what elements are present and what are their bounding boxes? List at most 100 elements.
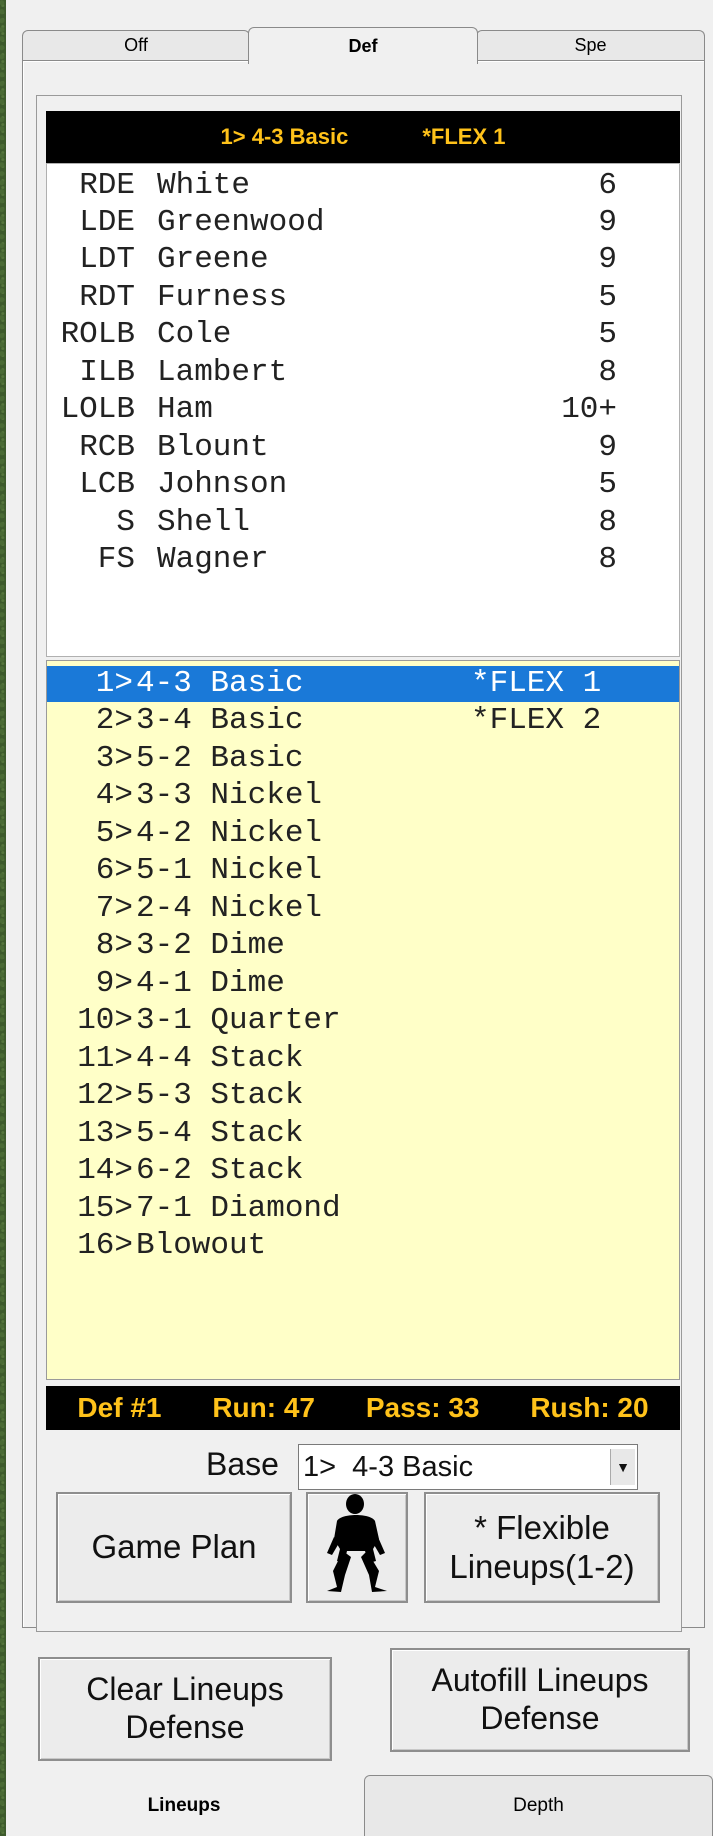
roster-player: White — [157, 168, 251, 203]
formation-name: 5-3 Stack — [136, 1078, 304, 1113]
stat-def: Def #1 — [77, 1392, 162, 1423]
formation-item[interactable]: 5> 4-2 Nickel — [47, 816, 679, 852]
formation-number: 5> — [95, 816, 133, 851]
stat-rush: Rush: 20 — [530, 1392, 649, 1423]
flexible-lineups-button[interactable]: * Flexible Lineups(1-2) — [424, 1492, 660, 1603]
clear-lineups-label: Clear Lineups Defense — [86, 1671, 284, 1745]
roster-row[interactable]: LOLB Ham 10+ — [47, 392, 679, 429]
formation-item[interactable]: 14> 6-2 Stack — [47, 1153, 679, 1189]
roster-player: Greenwood — [157, 205, 325, 240]
roster-rating: 5 — [598, 467, 617, 502]
roster-rating: 9 — [598, 242, 617, 277]
formation-item[interactable]: 16> Blowout — [47, 1228, 679, 1264]
formation-name: 4-2 Nickel — [136, 816, 323, 851]
formation-name: 3-3 Nickel — [136, 778, 323, 813]
formation-item[interactable]: 2> 3-4 Basic *FLEX 2 — [47, 703, 679, 739]
roster-position: LDT — [79, 242, 135, 277]
formation-number: 1> — [95, 666, 133, 701]
base-select-value: 1> 4-3 Basic — [303, 1450, 474, 1483]
roster-player: Greene — [157, 242, 269, 277]
roster-rating: 8 — [598, 355, 617, 390]
formation-item-selected[interactable]: 1> 4-3 Basic *FLEX 1 — [47, 666, 679, 702]
tab-lineups[interactable]: Lineups — [6, 1775, 362, 1836]
formation-item[interactable]: 4> 3-3 Nickel — [47, 778, 679, 814]
formation-item[interactable]: 9> 4-1 Dime — [47, 966, 679, 1002]
formation-name: 6-2 Stack — [136, 1153, 304, 1188]
defensive-player-silhouette-icon — [319, 1491, 395, 1604]
roster-row[interactable]: FS Wagner 8 — [47, 542, 679, 579]
stat-pass: Pass: 33 — [365, 1392, 480, 1423]
formation-number: 8> — [95, 928, 133, 963]
formation-number: 15> — [77, 1191, 133, 1226]
roster-position: LOLB — [60, 392, 135, 427]
formation-number: 4> — [95, 778, 133, 813]
formation-name: 4-1 Dime — [136, 966, 285, 1001]
formation-name: 5-4 Stack — [136, 1116, 304, 1151]
roster-rating: 5 — [598, 317, 617, 352]
formation-number: 7> — [95, 891, 133, 926]
roster-player: Wagner — [157, 542, 269, 577]
base-formation-select[interactable]: 1> 4-3 Basic ▼ — [298, 1444, 638, 1490]
formation-number: 10> — [77, 1003, 133, 1038]
formation-list[interactable]: 1> 4-3 Basic *FLEX 1 2> 3-4 Basic *FLEX 2 3>… — [46, 660, 680, 1380]
formation-name: 3-2 Dime — [136, 928, 285, 963]
formation-item[interactable]: 10> 3-1 Quarter — [47, 1003, 679, 1039]
formation-number: 11> — [77, 1041, 133, 1076]
roster-position: LCB — [79, 467, 135, 502]
roster-row[interactable]: RDT Furness 5 — [47, 280, 679, 317]
roster-position: FS — [97, 542, 135, 577]
roster-row[interactable]: ROLB Cole 5 — [47, 317, 679, 354]
roster-row[interactable]: LDT Greene 9 — [47, 242, 679, 279]
stat-run: Run: 47 — [212, 1392, 315, 1423]
tab-depth[interactable]: Depth — [364, 1775, 713, 1836]
formation-number: 6> — [95, 853, 133, 888]
formation-item[interactable]: 6> 5-1 Nickel — [47, 853, 679, 889]
roster-player: Lambert — [157, 355, 288, 390]
roster-row[interactable]: S Shell 8 — [47, 505, 679, 542]
tab-offense[interactable]: Off — [22, 30, 250, 60]
tab-defense[interactable]: Def — [248, 27, 478, 64]
roster-position: ROLB — [60, 317, 135, 352]
formation-name: 3-1 Quarter — [136, 1003, 341, 1038]
formation-item[interactable]: 8> 3-2 Dime — [47, 928, 679, 964]
formation-item[interactable]: 11> 4-4 Stack — [47, 1041, 679, 1077]
player-formation-button[interactable] — [306, 1492, 408, 1603]
formation-name: 4-3 Basic — [136, 666, 304, 701]
formation-number: 13> — [77, 1116, 133, 1151]
roster-rating: 6 — [598, 168, 617, 203]
formation-item[interactable]: 12> 5-3 Stack — [47, 1078, 679, 1114]
tab-depth-label: Depth — [513, 1795, 564, 1816]
roster-player: Johnson — [157, 467, 288, 502]
roster-row[interactable]: RDE White 6 — [47, 168, 679, 205]
roster-row[interactable]: ILB Lambert 8 — [47, 355, 679, 392]
formation-number: 9> — [95, 966, 133, 1001]
formation-name: 5-2 Basic — [136, 741, 304, 776]
formation-item[interactable]: 7> 2-4 Nickel — [47, 891, 679, 927]
tab-special-teams[interactable]: Spe — [476, 30, 705, 60]
roster-player: Ham — [157, 392, 213, 427]
game-plan-button[interactable]: Game Plan — [56, 1492, 292, 1603]
base-label: Base — [206, 1446, 279, 1482]
game-plan-label: Game Plan — [91, 1528, 257, 1566]
formation-item[interactable]: 15> 7-1 Diamond — [47, 1191, 679, 1227]
roster-row[interactable]: RCB Blount 9 — [47, 430, 679, 467]
roster-row[interactable]: LCB Johnson 5 — [47, 467, 679, 504]
roster-rating: 9 — [598, 430, 617, 465]
clear-lineups-defense-button[interactable]: Clear Lineups Defense — [38, 1657, 332, 1761]
roster-position: RDT — [79, 280, 135, 315]
formation-name: 3-4 Basic — [136, 703, 304, 738]
formation-number: 2> — [95, 703, 133, 738]
roster-position: RCB — [79, 430, 135, 465]
header-formation: 1> 4-3 Basic — [220, 124, 349, 149]
formation-item[interactable]: 13> 5-4 Stack — [47, 1116, 679, 1152]
flexible-lineups-label: * Flexible Lineups(1-2) — [449, 1508, 635, 1585]
formation-name: 5-1 Nickel — [136, 853, 323, 888]
roster-row[interactable]: LDE Greenwood 9 — [47, 205, 679, 242]
formation-item[interactable]: 3> 5-2 Basic — [47, 741, 679, 777]
autofill-lineups-defense-button[interactable]: Autofill Lineups Defense — [390, 1648, 690, 1752]
dropdown-arrow-icon[interactable]: ▼ — [610, 1449, 635, 1485]
formation-number: 3> — [95, 741, 133, 776]
formation-name: Blowout — [136, 1228, 267, 1263]
lineups-panel: Off Spe Def 1> 4-3 Basic *FLEX 1 RDE Whit… — [6, 0, 713, 1836]
lineup-roster[interactable]: RDE White 6 LDE Greenwood 9 LDT Greene 9 RDT Fu… — [46, 163, 680, 657]
